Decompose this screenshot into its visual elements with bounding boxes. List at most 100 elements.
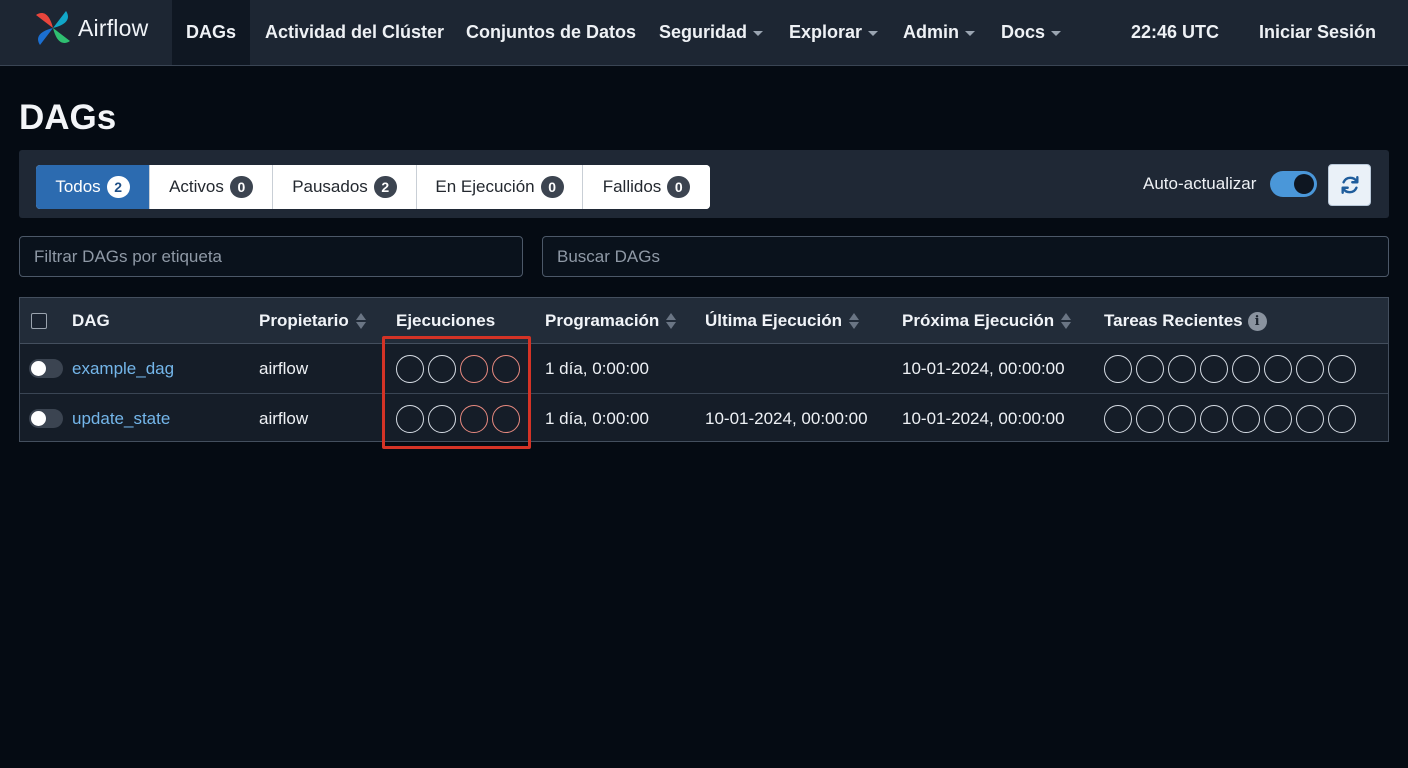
task-status-circle[interactable] [1264,405,1292,433]
task-status-circle[interactable] [1136,405,1164,433]
recent-tasks-status-circles [1104,405,1356,433]
task-status-circle[interactable] [1200,355,1228,383]
refresh-button[interactable] [1328,164,1371,206]
top-navbar: Airflow DAGs Actividad del Clúster Conju… [0,0,1408,66]
chevron-down-icon [1051,31,1062,36]
nav-security-label: Seguridad [659,22,748,42]
dag-id-link[interactable]: update_state [72,409,170,429]
dag-next-run: 10-01-2024, 00:00:00 [902,359,1065,378]
brand-logo-link[interactable]: Airflow [32,6,148,50]
dag-pause-toggle[interactable] [29,359,63,378]
table-header-row: DAG Propietario Ejecuciones Programación… [20,298,1388,344]
dag-owner[interactable]: airflow [259,359,308,379]
filter-paused-label: Pausados [292,177,368,196]
chevron-down-icon [753,31,764,36]
nav-security-dropdown[interactable]: Seguridad [659,0,764,65]
dag-filter-bar: Todos 2 Activos 0 Pausados 2 En Ejecució… [19,150,1389,218]
run-status-circle[interactable] [396,355,424,383]
nav-datasets-label: Conjuntos de Datos [466,22,636,42]
sort-icon [1061,313,1072,329]
task-status-circle[interactable] [1200,405,1228,433]
page-title: DAGs [19,98,117,137]
auto-refresh-label: Auto-actualizar [1143,174,1257,193]
dag-schedule: 1 día, 0:00:00 [545,359,649,378]
utc-clock-label: 22:46 UTC [1131,22,1220,42]
run-status-circle[interactable] [428,405,456,433]
filter-all-button[interactable]: Todos 2 [36,165,150,209]
nav-dags[interactable]: DAGs [172,0,250,65]
filter-all-label: Todos [55,177,101,196]
dag-id-link[interactable]: example_dag [72,359,174,379]
run-status-circle[interactable] [396,405,424,433]
run-status-circle[interactable] [428,355,456,383]
run-status-circle-failed[interactable] [460,355,488,383]
filter-running-button[interactable]: En Ejecución 0 [417,165,583,209]
dag-runs-status-circles [396,405,520,433]
task-status-circle[interactable] [1328,405,1356,433]
login-label: Iniciar Sesión [1259,22,1377,42]
sort-icon [666,313,677,329]
run-status-circle-failed[interactable] [460,405,488,433]
airflow-pinwheel-icon [36,11,70,45]
filter-active-label: Activos [169,177,224,196]
task-status-circle[interactable] [1104,405,1132,433]
filter-failed-button[interactable]: Fallidos 0 [583,165,710,209]
info-icon[interactable]: i [1247,311,1267,331]
col-header-next-run[interactable]: Próxima Ejecución [902,311,1072,331]
nav-docs-dropdown[interactable]: Docs [1001,0,1062,65]
run-status-circle-failed[interactable] [492,405,520,433]
filter-failed-count-badge: 0 [667,176,691,198]
task-status-circle[interactable] [1136,355,1164,383]
task-status-circle[interactable] [1104,355,1132,383]
col-header-schedule-label: Programación [545,311,660,330]
task-status-circle[interactable] [1232,405,1260,433]
brand-name: Airflow [78,14,149,41]
select-all-checkbox[interactable] [31,313,47,329]
dag-owner[interactable]: airflow [259,409,308,429]
utc-clock[interactable]: 22:46 UTC [1131,0,1219,65]
toggle-knob [31,361,46,376]
dag-search-input[interactable] [542,236,1389,277]
nav-browse-label: Explorar [789,22,863,42]
filter-active-button[interactable]: Activos 0 [150,165,273,209]
col-header-dag-label: DAG [72,311,110,330]
task-status-circle[interactable] [1168,355,1196,383]
filter-paused-button[interactable]: Pausados 2 [273,165,417,209]
login-link[interactable]: Iniciar Sesión [1259,0,1376,65]
nav-browse-dropdown[interactable]: Explorar [789,0,879,65]
filter-paused-count-badge: 2 [373,176,397,198]
col-header-schedule[interactable]: Programación [545,311,677,331]
col-header-dag[interactable]: DAG [72,311,110,331]
filter-running-label: En Ejecución [435,177,535,196]
task-status-circle[interactable] [1232,355,1260,383]
chevron-down-icon [965,31,975,36]
nav-admin-label: Admin [903,22,959,42]
dag-table: DAG Propietario Ejecuciones Programación… [19,297,1389,442]
run-status-circle-failed[interactable] [492,355,520,383]
toggle-knob [1294,174,1314,194]
table-row: update_state airflow 1 día, 0:00:00 10-0… [20,393,1388,442]
nav-admin-dropdown[interactable]: Admin [903,0,975,65]
filter-failed-label: Fallidos [602,177,662,196]
nav-dags-label: DAGs [185,22,236,42]
nav-datasets[interactable]: Conjuntos de Datos [466,0,636,65]
table-row: example_dag airflow 1 día, 0:00:00 10-01… [20,344,1388,393]
task-status-circle[interactable] [1264,355,1292,383]
col-header-owner[interactable]: Propietario [259,311,366,331]
col-header-last-run-label: Última Ejecución [705,311,842,330]
sort-icon [848,313,859,329]
tag-filter-input[interactable] [19,236,523,277]
task-status-circle[interactable] [1296,405,1324,433]
nav-cluster-activity[interactable]: Actividad del Clúster [265,0,444,65]
nav-cluster-activity-label: Actividad del Clúster [265,22,445,42]
filter-running-count-badge: 0 [540,176,564,198]
task-status-circle[interactable] [1168,405,1196,433]
task-status-circle[interactable] [1328,355,1356,383]
filter-active-count-badge: 0 [229,176,253,198]
recent-tasks-status-circles [1104,355,1356,383]
col-header-last-run[interactable]: Última Ejecución [705,311,859,331]
auto-refresh-toggle[interactable] [1270,171,1317,197]
dag-pause-toggle[interactable] [29,409,63,428]
dag-last-run[interactable]: 10-01-2024, 00:00:00 [705,409,868,429]
task-status-circle[interactable] [1296,355,1324,383]
